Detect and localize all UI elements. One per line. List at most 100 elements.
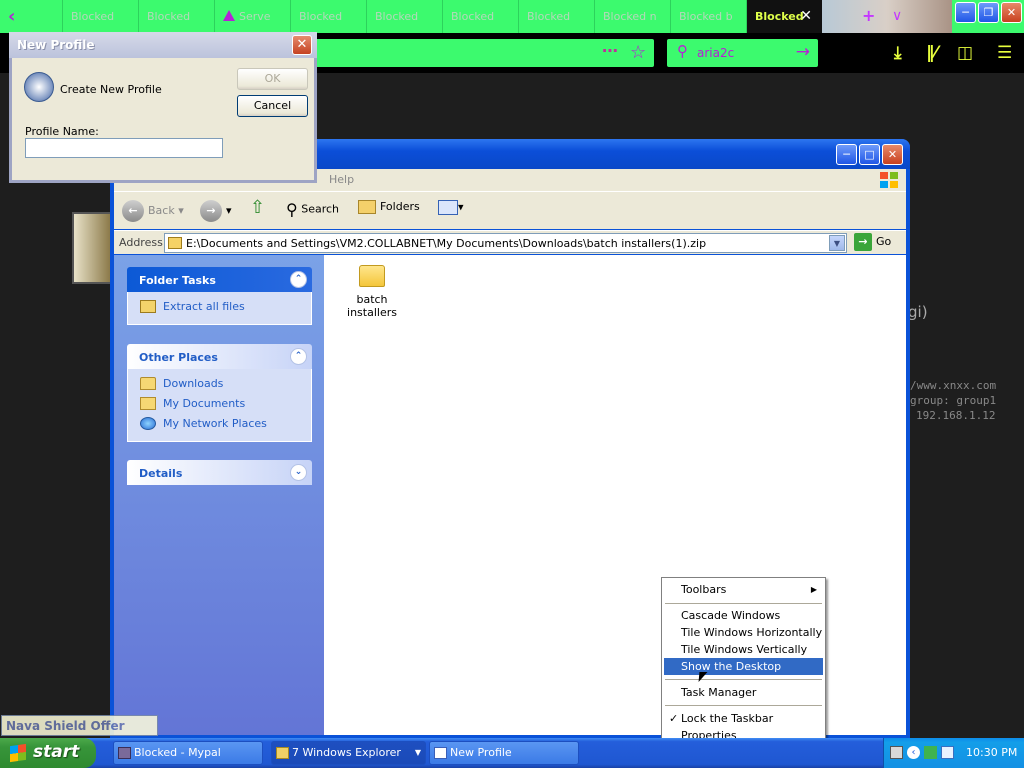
other-places-header[interactable]: Other Places ⌃ <box>127 344 312 369</box>
folder-tasks-header[interactable]: Folder Tasks ⌃ <box>127 267 312 292</box>
address-label: Address <box>119 236 163 249</box>
search-icon: ⚲ <box>677 42 688 60</box>
forward-button[interactable]: → ▾ <box>200 200 232 222</box>
browser-tab[interactable]: Blocked b <box>670 0 746 33</box>
views-button[interactable]: ▾ <box>438 200 464 215</box>
profile-name-label: Profile Name: <box>25 125 99 138</box>
menu-separator <box>665 705 822 706</box>
profile-name-input[interactable] <box>25 138 223 158</box>
dialog-close-button[interactable]: ✕ <box>292 35 312 55</box>
collapse-chevron-icon[interactable]: ⌃ <box>290 271 307 288</box>
other-places-panel: Other Places ⌃ Downloads My Documents My… <box>127 344 312 442</box>
tab-list-icon[interactable]: ∨ <box>892 8 902 24</box>
menu-icon[interactable]: ☰ <box>997 43 1012 63</box>
close-button[interactable]: ✕ <box>882 144 903 165</box>
zip-folder-icon <box>168 237 182 249</box>
details-header[interactable]: Details ⌄ <box>127 460 312 485</box>
close-tab-icon[interactable]: ✕ <box>800 8 812 24</box>
menu-item-cascade[interactable]: Cascade Windows <box>664 607 823 624</box>
folder-icon <box>140 377 156 390</box>
place-network-link[interactable]: My Network Places <box>140 415 311 435</box>
restore-button[interactable]: ❐ <box>978 2 999 23</box>
browser-tab[interactable]: Blocked <box>442 0 518 33</box>
menu-separator <box>665 679 822 680</box>
background-image-fragment <box>72 212 112 284</box>
cancel-button[interactable]: Cancel <box>237 95 308 117</box>
close-button[interactable]: ✕ <box>1001 2 1022 23</box>
up-folder-icon[interactable]: ⇧ <box>250 197 265 218</box>
taskbar-button-explorer-group[interactable]: 7 Windows Explorer ▼ <box>271 741 426 765</box>
keyboard-icon[interactable] <box>890 746 903 759</box>
start-button[interactable]: start <box>0 738 96 768</box>
browser-tab[interactable]: Serve <box>214 0 290 33</box>
views-icon <box>438 200 458 215</box>
menu-item-tile-horizontal[interactable]: Tile Windows Horizontally <box>664 624 823 641</box>
minimize-button[interactable]: ─ <box>836 144 857 165</box>
folder-item[interactable]: batch installers <box>342 263 402 319</box>
checkmark-icon: ✓ <box>669 712 679 725</box>
browser-tab[interactable]: Blocked <box>366 0 442 33</box>
collapse-chevron-icon[interactable]: ⌃ <box>290 348 307 365</box>
place-my-documents-link[interactable]: My Documents <box>140 395 311 415</box>
bookmark-star-icon[interactable]: ☆ <box>630 42 646 63</box>
details-panel: Details ⌄ <box>127 460 312 485</box>
folder-icon <box>276 747 289 759</box>
address-input[interactable]: E:\Documents and Settings\VM2.COLLABNET\… <box>164 233 847 253</box>
go-arrow-icon: → <box>854 233 872 251</box>
taskbar[interactable]: start Blocked - Mypal 7 Windows Explorer… <box>0 738 1024 768</box>
menu-item-toolbars[interactable]: Toolbars ▶ <box>664 581 823 598</box>
new-tab-icon[interactable]: + <box>862 6 875 25</box>
browser-tab-active[interactable]: Blocked ✕ <box>746 0 822 33</box>
notification-tooltip[interactable]: Nava Shield Offer <box>1 715 158 736</box>
dialog-titlebar[interactable]: New Profile ✕ <box>9 32 317 58</box>
search-go-icon[interactable]: → <box>796 42 810 62</box>
windows-logo-icon <box>880 172 898 188</box>
windows-flag-icon <box>10 743 26 763</box>
browser-tab[interactable]: Blocked n <box>594 0 670 33</box>
search-bar[interactable]: ⚲ aria2c → <box>667 39 818 67</box>
maximize-button[interactable]: □ <box>859 144 880 165</box>
page-actions-icon[interactable]: ⋯ <box>602 41 618 60</box>
menu-item-tile-vertical[interactable]: Tile Windows Vertically <box>664 641 823 658</box>
expand-chevron-icon[interactable]: ⌄ <box>290 464 307 481</box>
minimize-button[interactable]: ─ <box>955 2 976 23</box>
network-places-icon <box>140 417 156 430</box>
new-profile-dialog: New Profile ✕ Create New Profile OK Canc… <box>9 32 317 183</box>
menu-item-task-manager[interactable]: Task Manager <box>664 684 823 701</box>
library-icon[interactable]: ‖⁄ <box>926 43 937 63</box>
browser-tab[interactable]: Blocked <box>290 0 366 33</box>
menu-item-lock-taskbar[interactable]: ✓ Lock the Taskbar <box>664 710 823 727</box>
address-dropdown-button[interactable]: ▼ <box>829 235 845 251</box>
search-button[interactable]: ⚲ Search <box>286 200 339 219</box>
show-hidden-icons-button[interactable]: ‹ <box>907 746 920 759</box>
group-dropdown-icon: ▼ <box>414 748 421 757</box>
folders-button[interactable]: Folders <box>358 200 420 214</box>
menu-help[interactable]: Help <box>329 173 354 186</box>
url-bar[interactable]: ⋯ ☆ <box>312 39 654 67</box>
browser-app-icon <box>118 747 131 759</box>
browser-tab[interactable]: Blocked <box>62 0 138 33</box>
taskbar-button-mypal[interactable]: Blocked - Mypal <box>113 741 263 765</box>
task-pane: Folder Tasks ⌃ Extract all files Other P… <box>114 255 324 735</box>
back-button[interactable]: ← Back ▾ <box>122 200 184 222</box>
browser-tab[interactable]: Blocked <box>138 0 214 33</box>
tab-scroll-left-button[interactable]: ‹ <box>0 0 30 33</box>
menu-item-show-desktop[interactable]: Show the Desktop <box>664 658 823 675</box>
extract-all-files-link[interactable]: Extract all files <box>140 298 311 318</box>
clock[interactable]: 10:30 PM <box>966 746 1017 759</box>
forward-arrow-icon: → <box>200 200 222 222</box>
folders-icon <box>358 200 376 214</box>
download-icon[interactable]: ⤓ <box>894 43 902 63</box>
browser-tab[interactable]: Blocked <box>518 0 594 33</box>
go-button[interactable]: → Go <box>854 233 891 251</box>
place-downloads-link[interactable]: Downloads <box>140 375 311 395</box>
address-bar: Address E:\Documents and Settings\VM2.CO… <box>114 230 906 254</box>
taskbar-button-new-profile[interactable]: New Profile <box>429 741 579 765</box>
sidebar-icon[interactable]: ◫ <box>957 43 973 63</box>
zip-icon <box>140 300 156 313</box>
menu-separator <box>665 603 822 604</box>
ok-button[interactable]: OK <box>237 68 308 90</box>
shield-security-icon[interactable] <box>941 746 954 759</box>
shield-icon[interactable] <box>924 746 937 759</box>
folder-icon <box>359 265 385 287</box>
